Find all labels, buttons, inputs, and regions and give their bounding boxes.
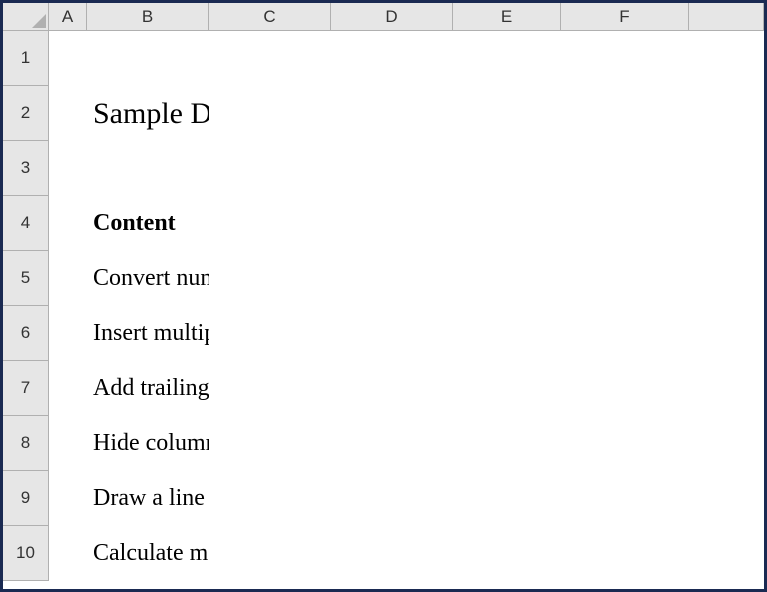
cell-C1[interactable] — [209, 31, 331, 86]
cell-C6[interactable] — [209, 306, 331, 361]
cell-F8[interactable] — [561, 416, 689, 471]
cell-E4[interactable] — [453, 196, 561, 251]
cell-G1[interactable] — [689, 31, 764, 86]
column-header-F[interactable]: F — [561, 3, 689, 31]
cell-F3[interactable] — [561, 141, 689, 196]
cell-A2[interactable] — [49, 86, 87, 141]
cell-C4[interactable] — [209, 196, 331, 251]
cell-C5[interactable] — [209, 251, 331, 306]
column-header-D[interactable]: D — [331, 3, 453, 31]
cell-D5[interactable] — [331, 251, 453, 306]
cell-G9[interactable] — [689, 471, 764, 526]
cell-A9[interactable] — [49, 471, 87, 526]
row-header-7[interactable]: 7 — [3, 361, 49, 416]
cell-D2[interactable] — [331, 86, 453, 141]
cell-D7[interactable] — [331, 361, 453, 416]
row-header-8[interactable]: 8 — [3, 416, 49, 471]
column-header-E[interactable]: E — [453, 3, 561, 31]
cell-B6[interactable]: Insert multiple page breaks in excel — [87, 306, 209, 361]
cell-D4[interactable] — [331, 196, 453, 251]
cell-E1[interactable] — [453, 31, 561, 86]
cell-E8[interactable] — [453, 416, 561, 471]
cell-G4[interactable] — [689, 196, 764, 251]
spreadsheet-grid: A B C D E F 1 2 Sample Data Set 3 — [3, 3, 764, 581]
cell-B10[interactable]: Calculate monthly mortgage payment in ex… — [87, 526, 209, 581]
row-header-10[interactable]: 10 — [3, 526, 49, 581]
cell-G7[interactable] — [689, 361, 764, 416]
column-header-B[interactable]: B — [87, 3, 209, 31]
cell-C7[interactable] — [209, 361, 331, 416]
cell-B9[interactable]: Draw a line through text in excel — [87, 471, 209, 526]
cell-F4[interactable] — [561, 196, 689, 251]
row-header-9[interactable]: 9 — [3, 471, 49, 526]
spreadsheet-frame: A B C D E F 1 2 Sample Data Set 3 — [0, 0, 767, 592]
cell-E5[interactable] — [453, 251, 561, 306]
cell-F7[interactable] — [561, 361, 689, 416]
cell-F9[interactable] — [561, 471, 689, 526]
cell-E7[interactable] — [453, 361, 561, 416]
cell-A1[interactable] — [49, 31, 87, 86]
row-header-2[interactable]: 2 — [3, 86, 49, 141]
cell-E10[interactable] — [453, 526, 561, 581]
row-header-4[interactable]: 4 — [3, 196, 49, 251]
cell-F10[interactable] — [561, 526, 689, 581]
cell-A7[interactable] — [49, 361, 87, 416]
column-header-C[interactable]: C — [209, 3, 331, 31]
column-header-extra[interactable] — [689, 3, 764, 31]
select-all-icon — [32, 14, 46, 28]
cell-A4[interactable] — [49, 196, 87, 251]
row-header-1[interactable]: 1 — [3, 31, 49, 86]
cell-F6[interactable] — [561, 306, 689, 361]
cell-E9[interactable] — [453, 471, 561, 526]
row-header-3[interactable]: 3 — [3, 141, 49, 196]
cell-G2[interactable] — [689, 86, 764, 141]
cell-A8[interactable] — [49, 416, 87, 471]
cell-G5[interactable] — [689, 251, 764, 306]
cell-D8[interactable] — [331, 416, 453, 471]
cell-B1[interactable] — [87, 31, 209, 86]
cell-D9[interactable] — [331, 471, 453, 526]
row-header-5[interactable]: 5 — [3, 251, 49, 306]
cell-D6[interactable] — [331, 306, 453, 361]
cell-G8[interactable] — [689, 416, 764, 471]
cell-E2[interactable] — [453, 86, 561, 141]
cell-C3[interactable] — [209, 141, 331, 196]
cell-A10[interactable] — [49, 526, 87, 581]
cell-F5[interactable] — [561, 251, 689, 306]
cell-C9[interactable] — [209, 471, 331, 526]
cell-A5[interactable] — [49, 251, 87, 306]
cell-D10[interactable] — [331, 526, 453, 581]
cell-B7[interactable]: Add trailing zeros in excel — [87, 361, 209, 416]
cell-G10[interactable] — [689, 526, 764, 581]
row-header-6[interactable]: 6 — [3, 306, 49, 361]
select-all-corner[interactable] — [3, 3, 49, 31]
cell-B5[interactable]: Convert number to words in excel in rupe… — [87, 251, 209, 306]
cell-E3[interactable] — [453, 141, 561, 196]
column-header-A[interactable]: A — [49, 3, 87, 31]
cell-B4[interactable]: Content — [87, 196, 209, 251]
cell-C8[interactable] — [209, 416, 331, 471]
cell-F1[interactable] — [561, 31, 689, 86]
cell-D3[interactable] — [331, 141, 453, 196]
cell-D1[interactable] — [331, 31, 453, 86]
cell-E6[interactable] — [453, 306, 561, 361]
cell-B3[interactable] — [87, 141, 209, 196]
cell-B2[interactable]: Sample Data Set — [87, 86, 209, 141]
cell-B8[interactable]: Hide columns in excel with password — [87, 416, 209, 471]
cell-C10[interactable] — [209, 526, 331, 581]
cell-C2[interactable] — [209, 86, 331, 141]
cell-A6[interactable] — [49, 306, 87, 361]
cell-G6[interactable] — [689, 306, 764, 361]
cell-G3[interactable] — [689, 141, 764, 196]
cell-A3[interactable] — [49, 141, 87, 196]
cell-F2[interactable] — [561, 86, 689, 141]
